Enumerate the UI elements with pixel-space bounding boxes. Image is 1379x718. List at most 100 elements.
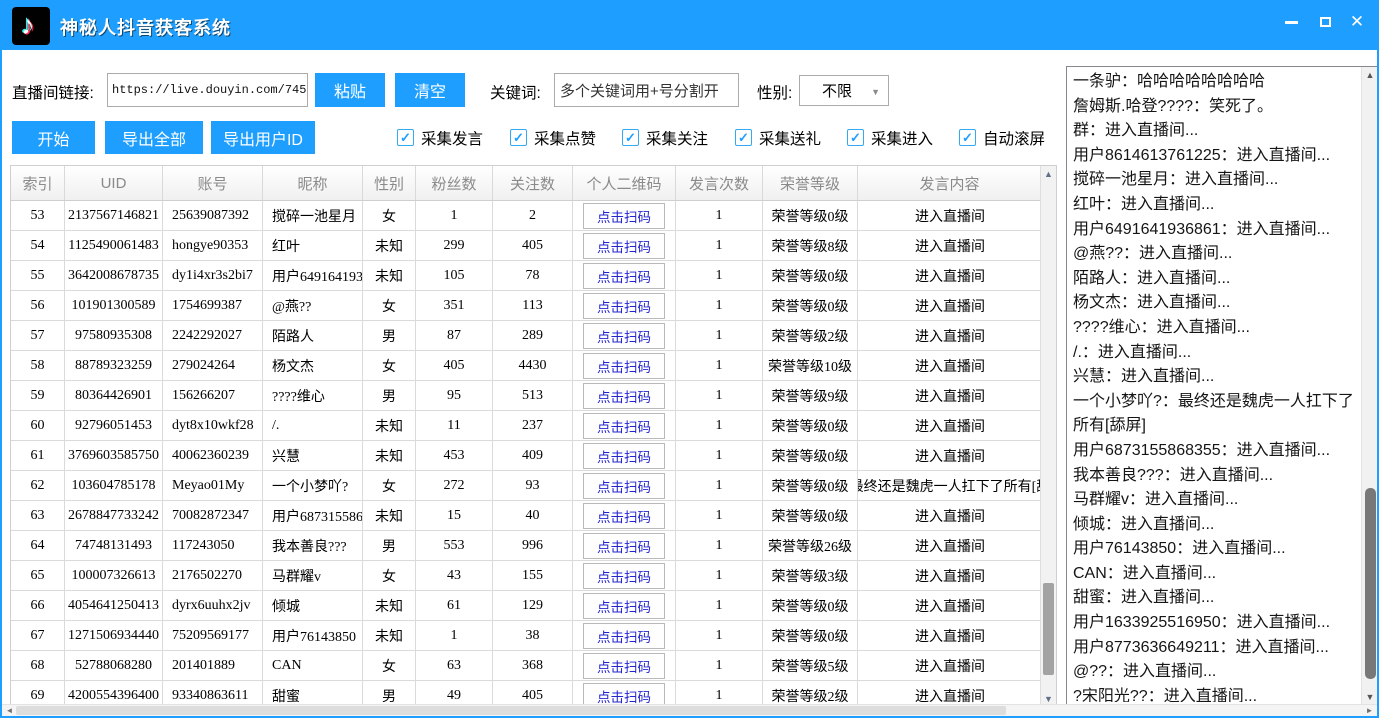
cell-speak-count: 1: [676, 381, 763, 410]
clear-button[interactable]: 清空: [395, 73, 465, 107]
chat-message: 搅碎一池星月：进入直播间...: [1073, 168, 1358, 193]
table-row[interactable]: 53213756714682125639087392搅碎一池星月女12点击扫码1…: [11, 201, 1042, 231]
cell-speak-count: 1: [676, 441, 763, 470]
qr-scan-button[interactable]: 点击扫码: [583, 473, 665, 499]
gender-select[interactable]: 不限 ▼: [799, 75, 889, 106]
table-vscrollbar[interactable]: ▲ ▼: [1040, 166, 1056, 707]
table-row[interactable]: 664054641250413dyrx6uuhx2jv倾城未知61129点击扫码…: [11, 591, 1042, 621]
table-row[interactable]: 63267884773324270082872347用户687315586未知1…: [11, 501, 1042, 531]
cell-speak-count: 1: [676, 231, 763, 260]
chat-message: @燕??：进入直播间...: [1073, 242, 1358, 267]
bottom-hscrollbar[interactable]: ◄ ►: [2, 704, 1377, 716]
cell-qr: 点击扫码: [573, 501, 676, 530]
capture-checkbox[interactable]: ✓采集关注: [622, 124, 708, 151]
paste-button[interactable]: 粘贴: [315, 73, 385, 107]
qr-scan-button[interactable]: 点击扫码: [583, 263, 665, 289]
qr-scan-button[interactable]: 点击扫码: [583, 353, 665, 379]
scroll-right-icon[interactable]: ►: [1363, 705, 1376, 716]
table-row[interactable]: 61376960358575040062360239兴慧未知453409点击扫码…: [11, 441, 1042, 471]
chat-scroll-thumb[interactable]: [1365, 488, 1376, 679]
table-row[interactable]: 553642008678735dy1i4xr3s2bi7用户649164193未…: [11, 261, 1042, 291]
qr-scan-button[interactable]: 点击扫码: [583, 383, 665, 409]
scroll-up-icon[interactable]: ▲: [1041, 166, 1056, 182]
column-header[interactable]: 个人二维码: [573, 166, 676, 200]
qr-scan-button[interactable]: 点击扫码: [583, 593, 665, 619]
column-header[interactable]: 索引: [11, 166, 65, 200]
scroll-down-icon[interactable]: ▼: [1362, 689, 1378, 705]
column-header[interactable]: 关注数: [493, 166, 573, 200]
cell-account: 25639087392: [163, 201, 263, 230]
cell-speak-count: 1: [676, 351, 763, 380]
export-userid-button[interactable]: 导出用户ID: [211, 121, 315, 154]
cell-speech-content: 进入直播间: [858, 651, 1042, 680]
table-row[interactable]: 67127150693444075209569177用户76143850未知13…: [11, 621, 1042, 651]
cell-fans: 299: [416, 231, 493, 260]
table-row[interactable]: 6092796051453dyt8x10wkf28/.未知11237点击扫码1荣…: [11, 411, 1042, 441]
chat-vscrollbar[interactable]: ▲ ▼: [1361, 67, 1378, 705]
table-row[interactable]: 57975809353082242292027陌路人男87289点击扫码1荣誉等…: [11, 321, 1042, 351]
cell-index: 59: [11, 381, 65, 410]
qr-scan-button[interactable]: 点击扫码: [583, 323, 665, 349]
cell-uid: 2678847733242: [65, 501, 163, 530]
cell-speech-content: 最终还是魏虎一人扛下了所有[舔: [858, 471, 1042, 500]
maximize-button[interactable]: [1311, 8, 1339, 36]
table-scroll-thumb[interactable]: [1043, 583, 1054, 675]
table-row[interactable]: 6474748131493117243050我本善良???男553996点击扫码…: [11, 531, 1042, 561]
qr-scan-button[interactable]: 点击扫码: [583, 503, 665, 529]
column-header[interactable]: 昵称: [263, 166, 363, 200]
capture-checkbox[interactable]: ✓采集进入: [847, 124, 933, 151]
qr-scan-button[interactable]: 点击扫码: [583, 623, 665, 649]
cell-nickname: 搅碎一池星月: [263, 201, 363, 230]
capture-checkbox[interactable]: ✓采集发言: [397, 124, 483, 151]
cell-uid: 80364426901: [65, 381, 163, 410]
scroll-up-icon[interactable]: ▲: [1362, 67, 1378, 83]
export-all-button[interactable]: 导出全部: [105, 121, 203, 154]
capture-checkbox[interactable]: ✓采集点赞: [510, 124, 596, 151]
cell-follows: 409: [493, 441, 573, 470]
cell-gender: 未知: [363, 231, 416, 260]
column-header[interactable]: 荣誉等级: [763, 166, 858, 200]
cell-fans: 95: [416, 381, 493, 410]
capture-checkbox[interactable]: ✓自动滚屏: [959, 124, 1045, 151]
column-header[interactable]: 账号: [163, 166, 263, 200]
column-header[interactable]: 粉丝数: [416, 166, 493, 200]
table-row[interactable]: 651000073266132176502270马群耀v女43155点击扫码1荣…: [11, 561, 1042, 591]
cell-account: 1754699387: [163, 291, 263, 320]
minimize-button[interactable]: [1277, 8, 1305, 36]
qr-scan-button[interactable]: 点击扫码: [583, 563, 665, 589]
cell-speak-count: 1: [676, 531, 763, 560]
table-row[interactable]: 5888789323259279024264杨文杰女4054430点击扫码1荣誉…: [11, 351, 1042, 381]
cell-gender: 男: [363, 531, 416, 560]
qr-scan-button[interactable]: 点击扫码: [583, 443, 665, 469]
capture-checkbox[interactable]: ✓采集送礼: [735, 124, 821, 151]
hscroll-thumb[interactable]: [16, 706, 1006, 715]
checkbox-check-icon: ✓: [735, 129, 752, 146]
qr-scan-button[interactable]: 点击扫码: [583, 293, 665, 319]
table-row[interactable]: 62103604785178Meyao01My一个小梦吖?女27293点击扫码1…: [11, 471, 1042, 501]
column-header[interactable]: 发言次数: [676, 166, 763, 200]
table-row[interactable]: 561019013005891754699387@燕??女351113点击扫码1…: [11, 291, 1042, 321]
table-row[interactable]: 5980364426901156266207????维心男95513点击扫码1荣…: [11, 381, 1042, 411]
cell-speech-content: 进入直播间: [858, 441, 1042, 470]
qr-scan-button[interactable]: 点击扫码: [583, 233, 665, 259]
cell-nickname: @燕??: [263, 291, 363, 320]
table-row[interactable]: 6852788068280201401889CAN女63368点击扫码1荣誉等级…: [11, 651, 1042, 681]
chat-message: ?宋阳光??：进入直播间...: [1073, 685, 1358, 702]
live-link-input[interactable]: [107, 73, 308, 107]
keyword-input[interactable]: [554, 73, 739, 107]
qr-scan-button[interactable]: 点击扫码: [583, 653, 665, 679]
qr-scan-button[interactable]: 点击扫码: [583, 203, 665, 229]
close-button[interactable]: ✕: [1343, 8, 1371, 36]
column-header[interactable]: 发言内容: [858, 166, 1042, 200]
qr-scan-button[interactable]: 点击扫码: [583, 413, 665, 439]
qr-scan-button[interactable]: 点击扫码: [583, 533, 665, 559]
column-header[interactable]: UID: [65, 166, 163, 200]
column-header[interactable]: 性别: [363, 166, 416, 200]
cell-follows: 40: [493, 501, 573, 530]
cell-fans: 15: [416, 501, 493, 530]
table-row[interactable]: 541125490061483hongye90353红叶未知299405点击扫码…: [11, 231, 1042, 261]
start-button[interactable]: 开始: [12, 121, 95, 154]
scroll-left-icon[interactable]: ◄: [3, 705, 16, 716]
chat-message: 倾城：进入直播间...: [1073, 513, 1358, 538]
chat-message: 一条驴：哈哈哈哈哈哈哈哈: [1073, 70, 1358, 95]
